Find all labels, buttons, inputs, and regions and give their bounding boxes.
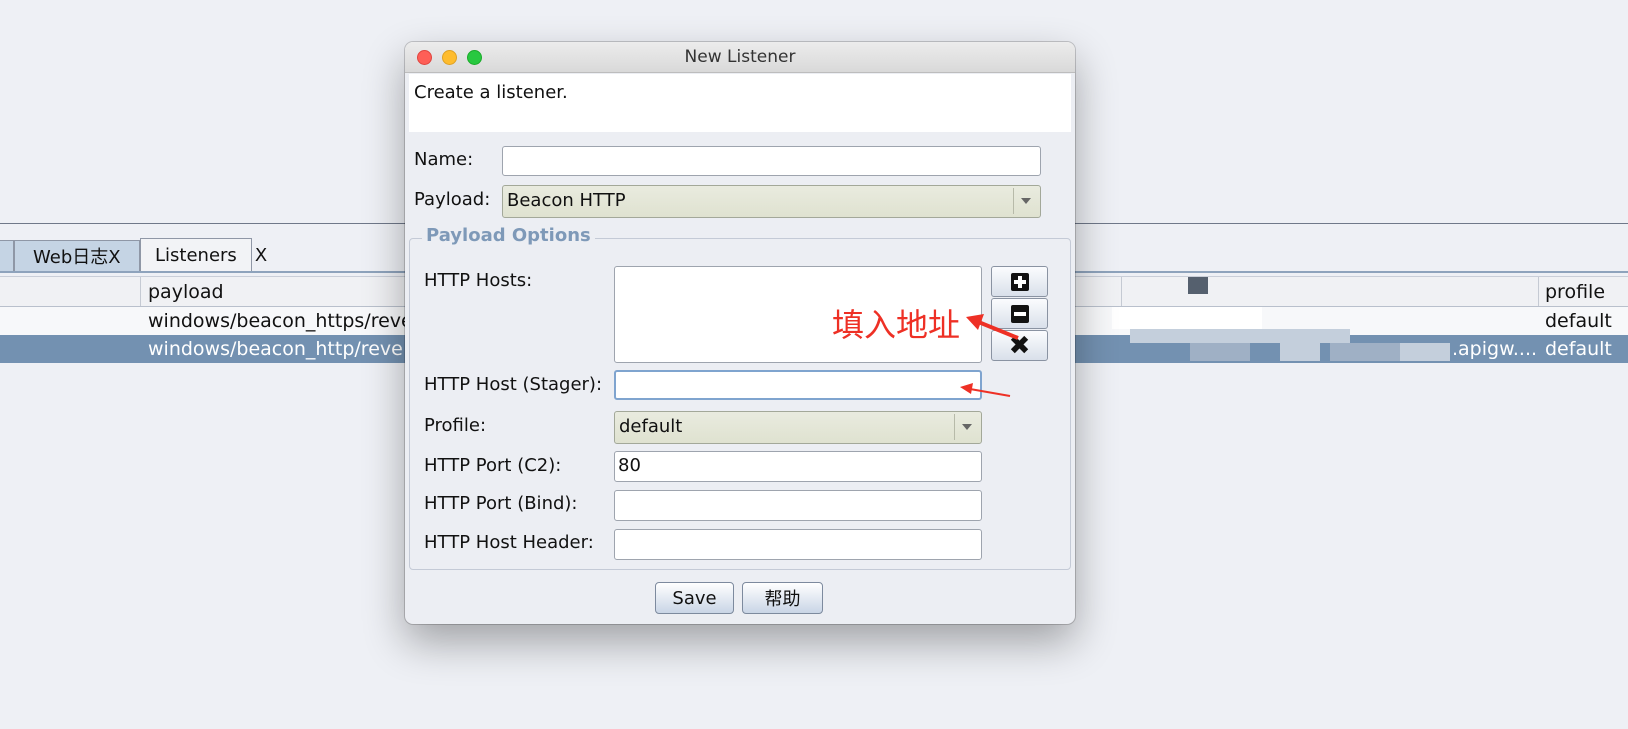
annotation-arrow-line-2: [969, 388, 1011, 397]
annotation-arrow-line: [975, 319, 1019, 340]
annotation-arrows: [960, 314, 1019, 397]
annotation-arrow-head-2: [960, 383, 973, 394]
